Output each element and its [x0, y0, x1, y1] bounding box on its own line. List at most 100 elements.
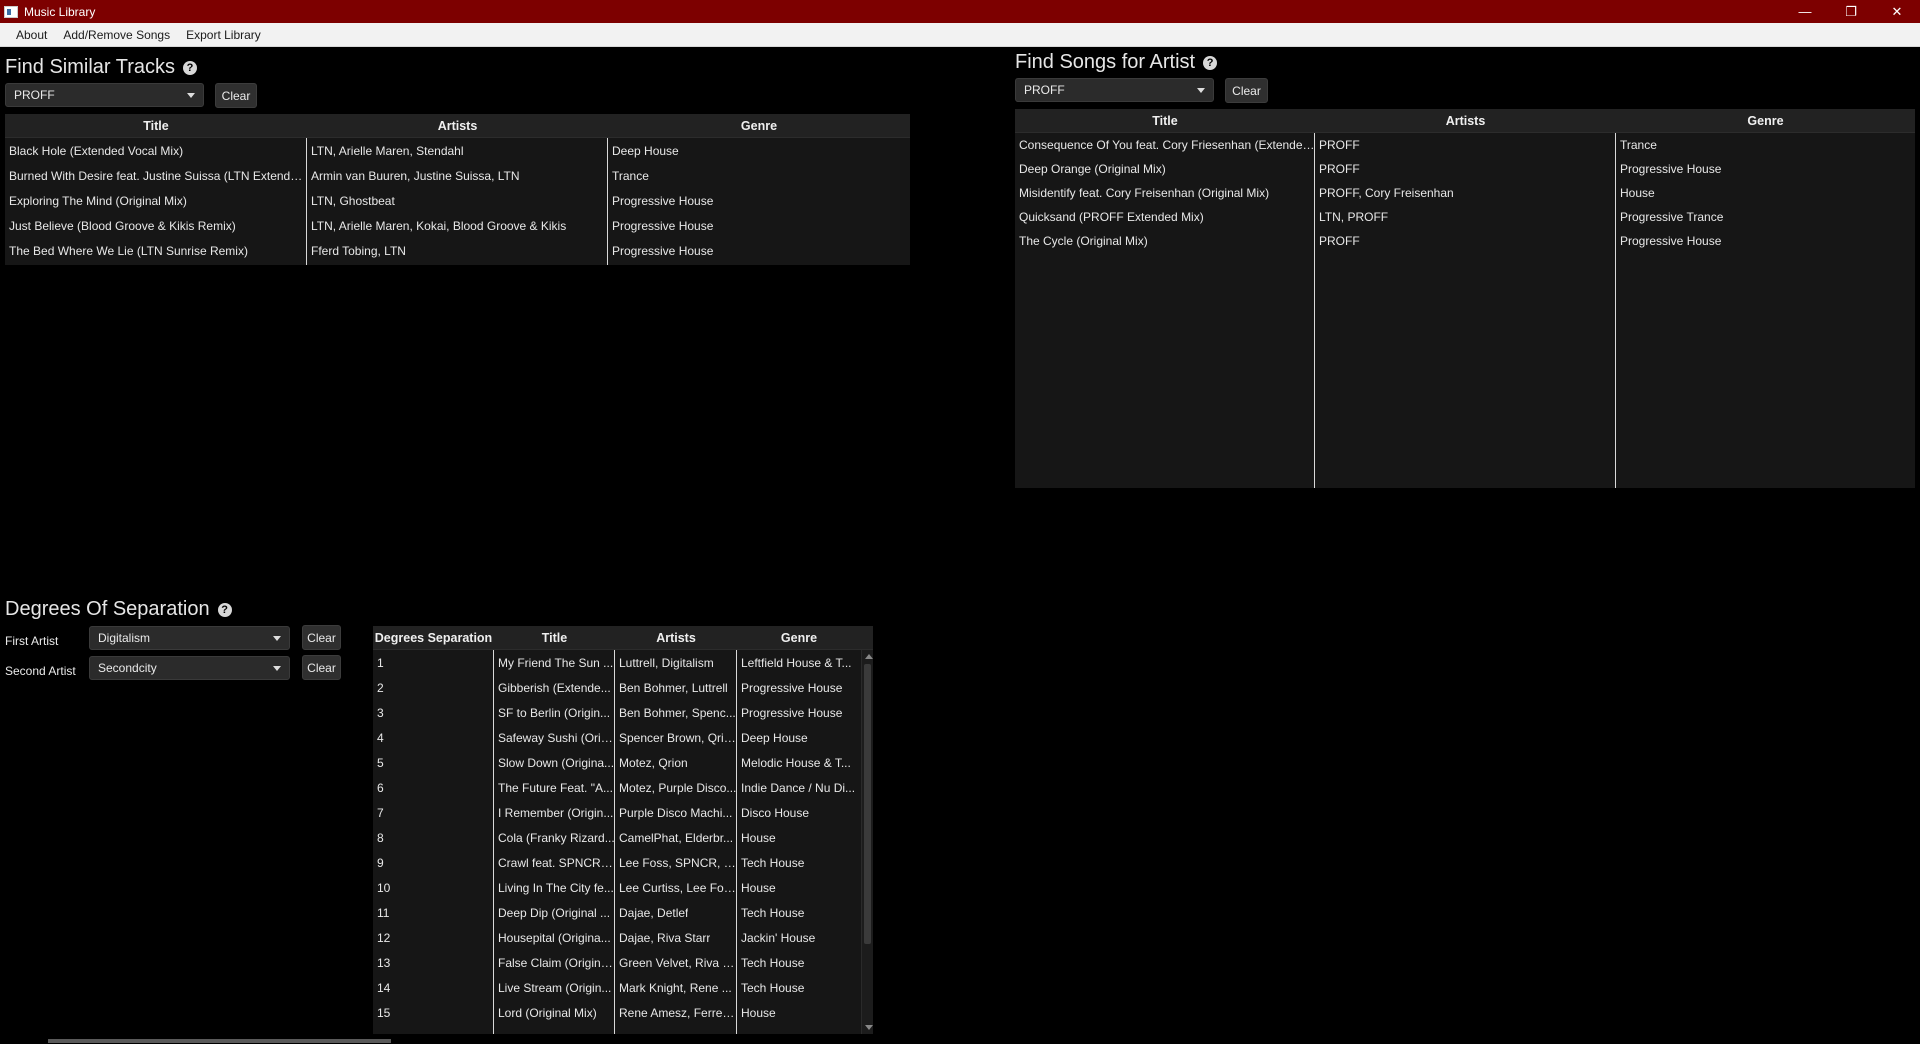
- column-header[interactable]: Genre: [737, 626, 861, 649]
- table-row[interactable]: 4 Safeway Sushi (Orig... Spencer Brown, Qr…: [373, 725, 873, 750]
- second-artist-label: Second Artist: [5, 664, 76, 678]
- table-row[interactable]: Just Believe (Blood Groove & Kikis Remix…: [5, 213, 910, 238]
- scroll-up-icon[interactable]: [865, 654, 873, 659]
- table-row[interactable]: 7 I Remember (Origin... Purple Disco Machi…: [373, 800, 873, 825]
- table-cell: Deep House: [737, 725, 861, 750]
- table-cell: LTN, Ghostbeat: [307, 188, 608, 213]
- column-divider: [614, 650, 615, 1034]
- column-header[interactable]: Title: [5, 114, 307, 137]
- table-cell: Black Hole (Extended Vocal Mix): [5, 138, 307, 163]
- second-artist-value: Secondcity: [98, 661, 157, 675]
- cell-text: Cola (Franky Rizard...: [498, 830, 615, 845]
- help-icon[interactable]: ?: [1203, 55, 1218, 70]
- cell-text: 11: [377, 905, 390, 920]
- column-divider: [306, 138, 307, 265]
- table-row[interactable]: 13 False Claim (Origina... Green Velvet, R…: [373, 950, 873, 975]
- table-row[interactable]: The Bed Where We Lie (LTN Sunrise Remix)…: [5, 238, 910, 263]
- table-row[interactable]: 8 Cola (Franky Rizard... CamelPhat, Elderb…: [373, 825, 873, 850]
- table-row[interactable]: 5 Slow Down (Origina... Motez, Qrion Melodi…: [373, 750, 873, 775]
- table-body: Black Hole (Extended Vocal Mix) LTN, Arie…: [5, 138, 910, 265]
- table-row[interactable]: 6 The Future Feat. "A... Motez, Purple Dis…: [373, 775, 873, 800]
- table-row[interactable]: 11 Deep Dip (Original ... Dajae, Detlef Tec…: [373, 900, 873, 925]
- table-row[interactable]: 15 Lord (Original Mix) Rene Amesz, Ferrec.…: [373, 1000, 873, 1025]
- table-row[interactable]: Exploring The Mind (Original Mix) LTN, Gh…: [5, 188, 910, 213]
- table-row[interactable]: Deep Orange (Original Mix) PROFF Progressi…: [1015, 157, 1915, 181]
- first-artist-clear-button[interactable]: Clear: [302, 625, 341, 650]
- help-icon[interactable]: ?: [183, 60, 198, 75]
- artist-songs-select[interactable]: PROFF: [1015, 78, 1214, 102]
- cell-text: Tech House: [741, 980, 805, 995]
- similar-clear-button[interactable]: Clear: [215, 83, 257, 108]
- table-cell: Dajae, Detlef: [615, 900, 737, 925]
- cell-text: The Cycle (Original Mix): [1019, 234, 1148, 248]
- cell-text: Quicksand (PROFF Extended Mix): [1019, 210, 1204, 224]
- column-header[interactable]: Degrees Separation: [373, 626, 494, 649]
- first-artist-select[interactable]: Digitalism: [89, 626, 290, 650]
- cell-text: House: [741, 880, 776, 895]
- table-row[interactable]: 9 Crawl feat. SPNCR f... Lee Foss, SPNCR, …: [373, 850, 873, 875]
- table-cell: Dajae, Riva Starr: [615, 925, 737, 950]
- table-row[interactable]: Burned With Desire feat. Justine Suissa …: [5, 163, 910, 188]
- table-cell: Jackin' House: [737, 925, 861, 950]
- table-header: Degrees Separation Title Artists Genre: [373, 626, 873, 650]
- table-row[interactable]: Black Hole (Extended Vocal Mix) LTN, Arie…: [5, 138, 910, 163]
- cell-text: Black Hole (Extended Vocal Mix): [9, 143, 184, 158]
- window-title: Music Library: [24, 4, 96, 19]
- vertical-scrollbar[interactable]: [861, 650, 873, 1034]
- column-header[interactable]: Artists: [615, 626, 737, 649]
- table-cell: Motez, Qrion: [615, 750, 737, 775]
- table-row[interactable]: 14 Live Stream (Origin... Mark Knight, Ren…: [373, 975, 873, 1000]
- table-cell: 9: [373, 850, 494, 875]
- column-header[interactable]: Genre: [1616, 109, 1915, 132]
- table-row[interactable]: 3 SF to Berlin (Origin... Ben Bohmer, Spen…: [373, 700, 873, 725]
- cell-text: False Claim (Origina...: [498, 955, 615, 970]
- table-cell: Lord (Original Mix): [494, 1000, 615, 1025]
- scroll-down-icon[interactable]: [865, 1025, 873, 1030]
- cell-text: Melodic House & T...: [741, 755, 851, 770]
- scrollbar-thumb[interactable]: [864, 664, 871, 944]
- table-row[interactable]: Quicksand (PROFF Extended Mix) LTN, PROFF…: [1015, 205, 1915, 229]
- cell-text: Living In The City fe...: [498, 880, 614, 895]
- column-header[interactable]: Title: [1015, 109, 1315, 132]
- cell-text: House: [741, 830, 776, 845]
- second-artist-select[interactable]: Secondcity: [89, 656, 290, 680]
- similar-artist-select[interactable]: PROFF: [5, 83, 204, 107]
- column-header[interactable]: Artists: [1315, 109, 1616, 132]
- column-divider: [493, 650, 494, 1034]
- table-cell: Misidentify feat. Cory Freisenhan (Origi…: [1015, 181, 1315, 205]
- menu-about[interactable]: About: [8, 28, 55, 42]
- table-row[interactable]: 10 Living In The City fe... Lee Curtiss, L…: [373, 875, 873, 900]
- column-header[interactable]: Title: [494, 626, 615, 649]
- cell-text: Housepital (Origina...: [498, 930, 611, 945]
- cell-text: Tech House: [741, 955, 805, 970]
- cell-text: Dajae, Riva Starr: [619, 930, 711, 945]
- help-icon[interactable]: ?: [217, 602, 232, 617]
- artist-songs-clear-button[interactable]: Clear: [1225, 78, 1268, 103]
- cell-text: CamelPhat, Elderbr...: [619, 830, 734, 845]
- table-cell: Green Velvet, Riva S...: [615, 950, 737, 975]
- table-header: Title Artists Genre: [1015, 109, 1915, 133]
- table-cell: Indie Dance / Nu Di...: [737, 775, 861, 800]
- cell-text: Trance: [1620, 138, 1657, 152]
- column-header[interactable]: Genre: [608, 114, 910, 137]
- table-row[interactable]: 2 Gibberish (Extende... Ben Bohmer, Luttre…: [373, 675, 873, 700]
- cell-text: Ben Bohmer, Spenc...: [619, 705, 736, 720]
- chevron-down-icon: [273, 666, 281, 671]
- table-row[interactable]: Consequence Of You feat. Cory Friesenhan…: [1015, 133, 1915, 157]
- minimize-button[interactable]: —: [1782, 0, 1828, 23]
- restore-button[interactable]: ❐: [1828, 0, 1874, 23]
- table-cell: 2: [373, 675, 494, 700]
- close-button[interactable]: ✕: [1874, 0, 1920, 23]
- cell-text: Consequence Of You feat. Cory Friesenhan…: [1019, 138, 1315, 152]
- cell-text: 6: [377, 780, 384, 795]
- menu-export-library[interactable]: Export Library: [178, 28, 269, 42]
- horizontal-scrollbar[interactable]: [48, 1039, 391, 1043]
- second-artist-clear-button[interactable]: Clear: [302, 655, 341, 680]
- table-row[interactable]: 12 Housepital (Origina... Dajae, Riva Star…: [373, 925, 873, 950]
- column-header[interactable]: Artists: [307, 114, 608, 137]
- menu-add-remove-songs[interactable]: Add/Remove Songs: [55, 28, 178, 42]
- table-cell: Progressive Trance: [1616, 205, 1915, 229]
- table-row[interactable]: Misidentify feat. Cory Freisenhan (Origi…: [1015, 181, 1915, 205]
- table-row[interactable]: The Cycle (Original Mix) PROFF Progressive…: [1015, 229, 1915, 253]
- table-row[interactable]: 1 My Friend The Sun ... Luttrell, Digitali…: [373, 650, 873, 675]
